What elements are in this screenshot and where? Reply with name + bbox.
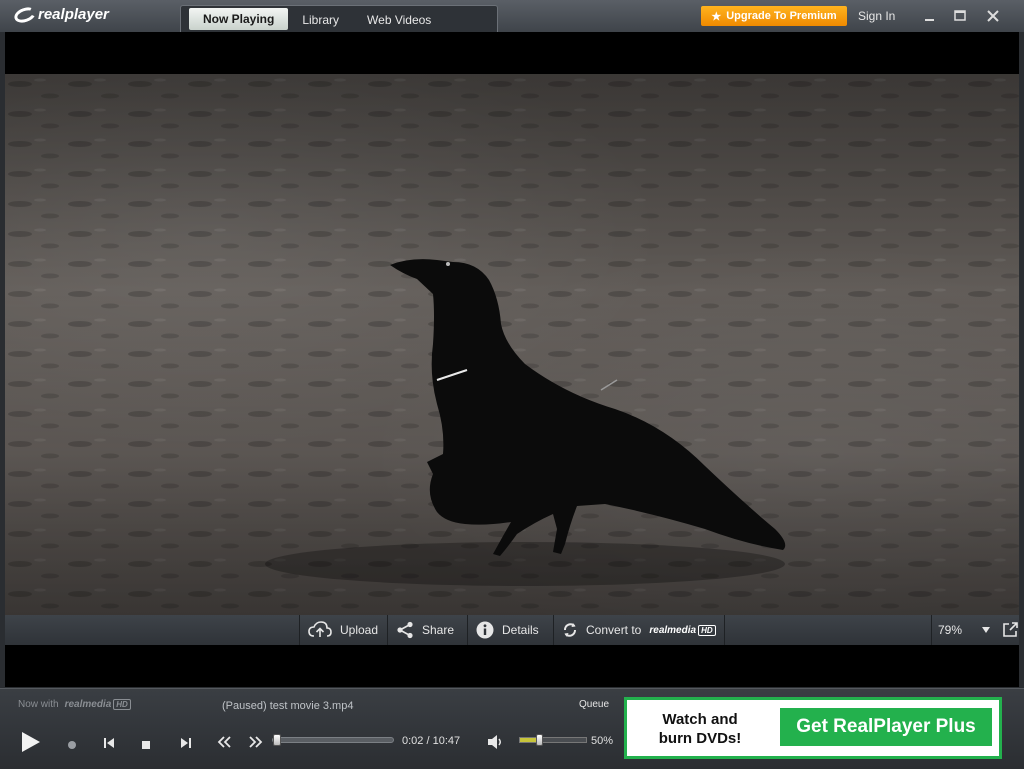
title-bar: realplayer Now Playing Library Web Video… (0, 0, 1024, 32)
stop-icon[interactable] (141, 737, 151, 755)
zoom-value: 79% (938, 623, 962, 637)
previous-icon[interactable] (103, 736, 115, 754)
tab-library[interactable]: Library (288, 8, 353, 32)
get-realplayer-plus-button[interactable]: Get RealPlayer Plus (780, 708, 992, 746)
volume-handle[interactable] (536, 734, 543, 746)
logo-text: realplayer (38, 6, 109, 23)
next-icon[interactable] (180, 736, 192, 754)
convert-button[interactable]: Convert to realmediaHD (553, 615, 725, 645)
volume-percent: 50% (591, 735, 613, 747)
control-bar: Now with realmediaHD (Paused) test movie… (0, 688, 1024, 769)
video-frame-image (5, 74, 1019, 615)
convert-label: Convert to (586, 623, 641, 637)
seek-handle[interactable] (273, 734, 281, 746)
volume-icon[interactable] (487, 734, 505, 755)
volume-slider[interactable] (519, 737, 587, 743)
upgrade-label: Upgrade To Premium (726, 10, 836, 22)
video-display[interactable] (5, 74, 1019, 615)
close-icon[interactable] (983, 6, 1003, 26)
promo-text: Watch and burn DVDs! (655, 710, 745, 748)
zoom-dropdown[interactable]: 79% (931, 615, 997, 645)
playback-status: (Paused) test movie 3.mp4 (222, 700, 353, 712)
now-with-text: Now with (18, 699, 59, 710)
hd-badge: HD (113, 699, 131, 710)
details-button[interactable]: Details (467, 615, 553, 645)
star-icon: ★ (711, 10, 721, 23)
queue-button[interactable]: Queue (579, 699, 609, 710)
upload-button[interactable]: Upload (299, 615, 387, 645)
play-icon[interactable] (20, 730, 42, 759)
maximize-icon[interactable] (950, 6, 970, 26)
realmedia-brand: realmedia (649, 625, 696, 636)
share-button[interactable]: Share (387, 615, 467, 645)
minimize-icon[interactable] (920, 6, 940, 26)
convert-icon (562, 621, 578, 639)
video-toolbar: Upload Share Details Convert to realmedi… (5, 615, 1019, 645)
chevron-down-icon (981, 626, 991, 634)
seek-bar[interactable] (272, 737, 394, 743)
share-label: Share (422, 623, 454, 637)
fast-forward-icon[interactable] (249, 735, 263, 753)
main-tabs: Now Playing Library Web Videos (180, 5, 498, 32)
details-label: Details (502, 623, 539, 637)
hd-badge: HD (698, 625, 716, 636)
tab-web-videos[interactable]: Web Videos (353, 8, 445, 32)
share-icon (396, 621, 414, 639)
time-readout: 0:02 / 10:47 (402, 735, 460, 747)
popout-icon[interactable] (1001, 621, 1019, 639)
realmedia-hd-logo: realmediaHD (649, 625, 715, 636)
realplayer-swirl-icon (12, 4, 37, 25)
now-with-label: Now with realmediaHD (18, 699, 131, 710)
rewind-icon[interactable] (217, 735, 231, 753)
info-icon (476, 621, 494, 639)
upload-icon (308, 621, 332, 639)
record-icon[interactable] (67, 737, 77, 755)
realplayer-logo[interactable]: realplayer (14, 6, 109, 23)
realmedia-hd-logo: realmediaHD (65, 699, 131, 710)
realmedia-brand: realmedia (65, 699, 112, 710)
promo-line-1: Watch and (655, 710, 745, 729)
upload-label: Upload (340, 623, 378, 637)
tab-now-playing[interactable]: Now Playing (189, 8, 288, 30)
upgrade-button[interactable]: ★ Upgrade To Premium (701, 6, 847, 26)
promo-banner[interactable]: Watch and burn DVDs! Get RealPlayer Plus (624, 697, 1002, 759)
promo-line-2: burn DVDs! (655, 729, 745, 748)
sign-in-link[interactable]: Sign In (858, 9, 895, 23)
